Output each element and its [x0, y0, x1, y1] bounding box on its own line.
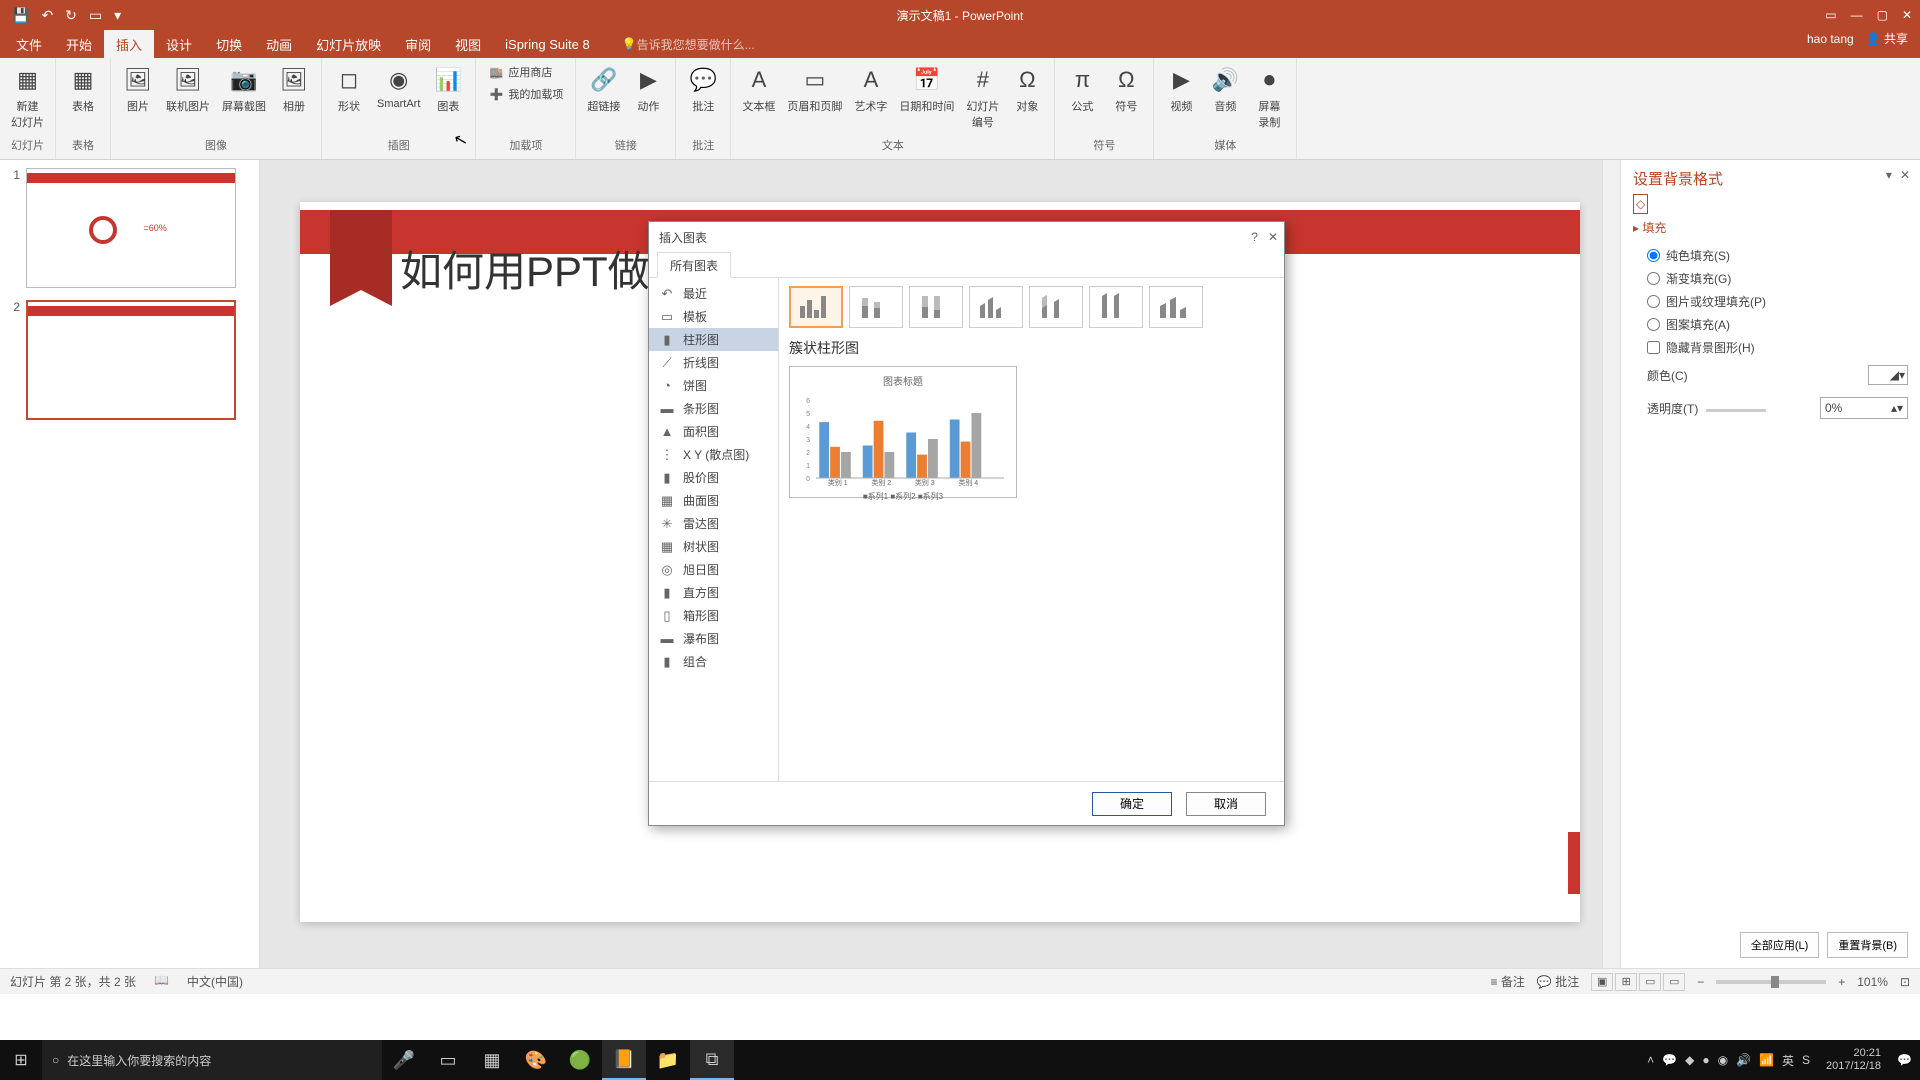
svg-text:2: 2 [806, 450, 810, 457]
category-icon: ▮ [659, 470, 675, 486]
svg-text:类别 4: 类别 4 [958, 478, 978, 486]
dialog-footer: 确定 取消 [649, 781, 1284, 825]
chart-subtype[interactable] [849, 286, 903, 328]
category-icon: ▬ [659, 401, 675, 417]
chart-category[interactable]: ⟋ 折线图 [649, 351, 778, 374]
category-label: 瀑布图 [683, 630, 719, 647]
svg-text:0: 0 [806, 476, 810, 483]
chart-category[interactable]: ◔ 饼图 [649, 374, 778, 397]
category-label: 树状图 [683, 538, 719, 555]
category-icon: ✳ [659, 516, 675, 532]
category-icon: ⟋ [659, 355, 675, 371]
category-label: 股价图 [683, 469, 719, 486]
chart-subtype[interactable] [969, 286, 1023, 328]
chart-category[interactable]: ▭ 模板 [649, 305, 778, 328]
chart-category[interactable]: ▬ 瀑布图 [649, 627, 778, 650]
category-icon: ▦ [659, 493, 675, 509]
subtype-row [789, 286, 1274, 328]
dialog-help-icon[interactable]: ? [1251, 230, 1258, 244]
dialog-title-text: 插入图表 [659, 229, 707, 246]
chart-category-list: ↶ 最近 ▭ 模板 ▮ 柱形图 ⟋ 折线图 ◔ 饼图 ▬ 条形图 ▲ 面积图 ⋮ X Y (散点图) ▮ 股价图 ▦… [649, 278, 779, 781]
category-label: 最近 [683, 285, 707, 302]
category-icon: ◎ [659, 562, 675, 578]
chart-subtype[interactable] [1089, 286, 1143, 328]
cancel-button[interactable]: 取消 [1186, 792, 1266, 816]
chart-category[interactable]: ⋮ X Y (散点图) [649, 443, 778, 466]
category-icon: ▮ [659, 332, 675, 348]
subtype-name: 簇状柱形图 [789, 338, 1274, 358]
chart-category[interactable]: ◎ 旭日图 [649, 558, 778, 581]
svg-text:6: 6 [806, 398, 810, 405]
chart-subtype[interactable] [909, 286, 963, 328]
category-icon: ▮ [659, 585, 675, 601]
ok-button[interactable]: 确定 [1092, 792, 1172, 816]
category-icon: ⋮ [659, 447, 675, 463]
tab-all-charts[interactable]: 所有图表 [657, 252, 731, 278]
category-label: 箱形图 [683, 607, 719, 624]
chart-category[interactable]: ▲ 面积图 [649, 420, 778, 443]
chart-category[interactable]: ▮ 股价图 [649, 466, 778, 489]
dialog-close-icon[interactable]: ✕ [1268, 230, 1278, 244]
category-icon: ▭ [659, 309, 675, 325]
svg-text:1: 1 [806, 463, 810, 470]
svg-text:5: 5 [806, 411, 810, 418]
chart-category[interactable]: ▮ 直方图 [649, 581, 778, 604]
preview-title: 图表标题 [796, 373, 1010, 388]
svg-text:3: 3 [806, 437, 810, 444]
dialog-titlebar[interactable]: 插入图表 ? ✕ [649, 222, 1284, 252]
svg-text:类别 2: 类别 2 [871, 478, 891, 486]
category-icon: ▬ [659, 631, 675, 647]
chart-subtype-area: 簇状柱形图 图表标题 0 1 2 3 4 5 6 类别 1 类别 2 类别 3 类别 4 ■系列1 … [779, 278, 1284, 781]
category-label: 曲面图 [683, 492, 719, 509]
chart-category[interactable]: ▬ 条形图 [649, 397, 778, 420]
category-icon: ◔ [659, 378, 675, 394]
category-label: 组合 [683, 653, 707, 670]
category-label: 面积图 [683, 423, 719, 440]
chart-category[interactable]: ▦ 曲面图 [649, 489, 778, 512]
category-label: 直方图 [683, 584, 719, 601]
dialog-tabs: 所有图表 [649, 252, 1284, 278]
category-label: 折线图 [683, 354, 719, 371]
chart-preview[interactable]: 图表标题 0123456类别 1类别 2类别 3类别 4 ■系列1 ■系列2 ■… [789, 366, 1017, 498]
insert-chart-dialog: 插入图表 ? ✕ 所有图表 ↶ 最近 ▭ 模板 ▮ 柱形图 ⟋ 折线图 ◔ 饼图 ▬ 条形图 ▲ 面积图 ⋮… [648, 221, 1285, 826]
category-label: 饼图 [683, 377, 707, 394]
category-icon: ▲ [659, 424, 675, 440]
category-label: 雷达图 [683, 515, 719, 532]
category-icon: ▮ [659, 654, 675, 670]
chart-subtype[interactable] [789, 286, 843, 328]
category-label: 条形图 [683, 400, 719, 417]
chart-subtype[interactable] [1029, 286, 1083, 328]
dialog-backdrop: 插入图表 ? ✕ 所有图表 ↶ 最近 ▭ 模板 ▮ 柱形图 ⟋ 折线图 ◔ 饼图 ▬ 条形图 ▲ 面积图 ⋮… [0, 0, 1920, 1080]
category-icon: ↶ [659, 286, 675, 302]
category-label: 旭日图 [683, 561, 719, 578]
category-label: 柱形图 [683, 331, 719, 348]
chart-category[interactable]: ✳ 雷达图 [649, 512, 778, 535]
preview-legend: ■系列1 ■系列2 ■系列3 [796, 491, 1010, 502]
chart-category[interactable]: ▮ 柱形图 [649, 328, 778, 351]
chart-subtype[interactable] [1149, 286, 1203, 328]
svg-text:4: 4 [806, 424, 810, 431]
svg-text:类别 1: 类别 1 [828, 478, 848, 486]
category-icon: ▦ [659, 539, 675, 555]
chart-category[interactable]: ▯ 箱形图 [649, 604, 778, 627]
category-icon: ▯ [659, 608, 675, 624]
chart-category[interactable]: ▮ 组合 [649, 650, 778, 673]
category-label: X Y (散点图) [683, 446, 749, 463]
category-label: 模板 [683, 308, 707, 325]
chart-category[interactable]: ▦ 树状图 [649, 535, 778, 558]
preview-chart: 0 1 2 3 4 5 6 类别 1 类别 2 类别 3 类别 4 [796, 392, 1010, 486]
svg-text:类别 3: 类别 3 [915, 478, 935, 486]
chart-category[interactable]: ↶ 最近 [649, 282, 778, 305]
